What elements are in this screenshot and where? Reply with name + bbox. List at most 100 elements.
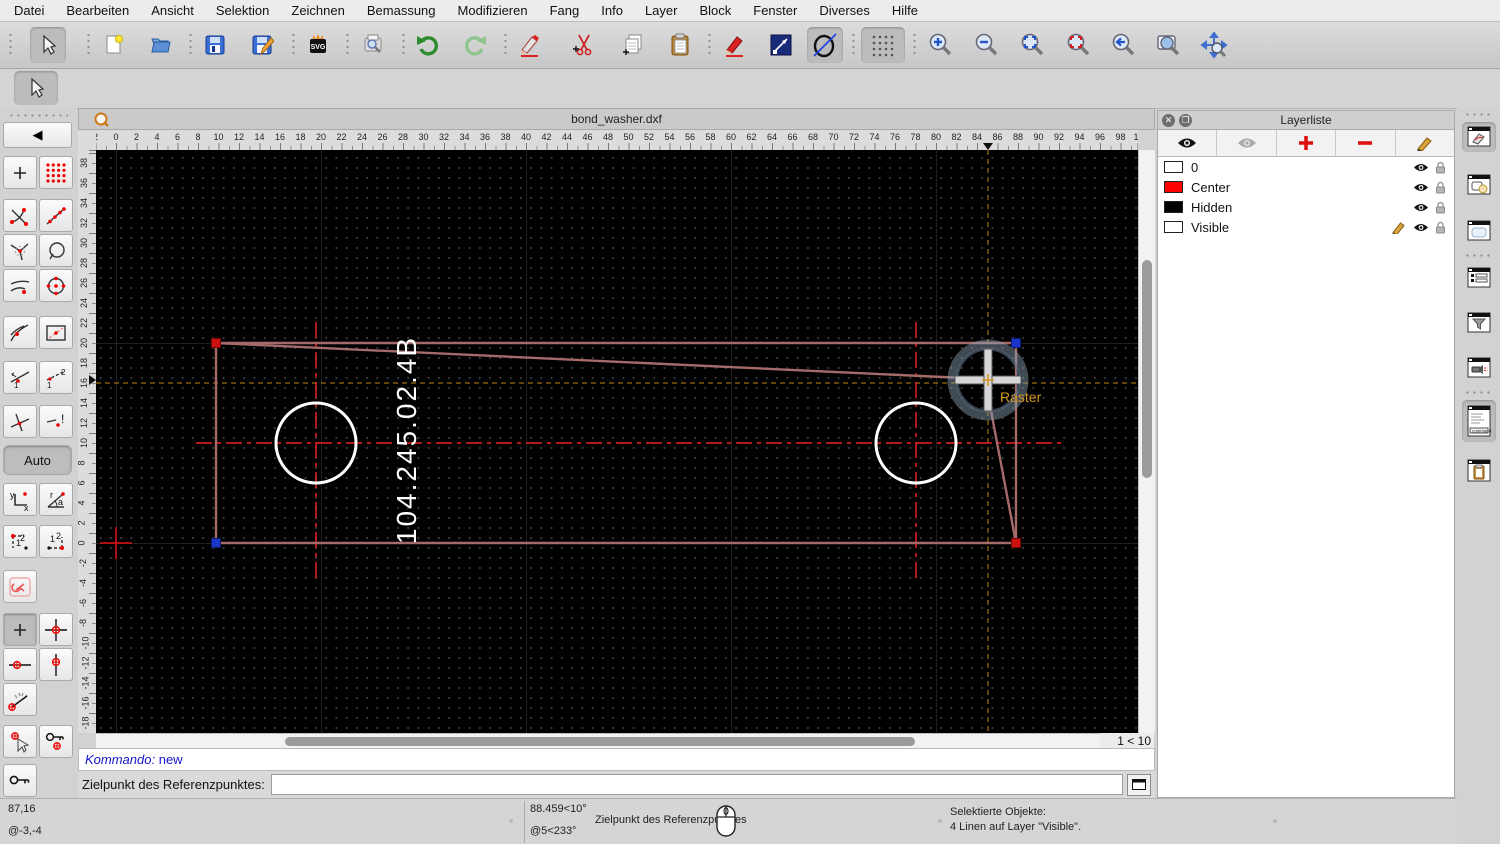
layer-row-visible[interactable]: Visible (1158, 217, 1454, 237)
menu-block[interactable]: Block (699, 3, 731, 18)
vertical-scrollbar[interactable] (1138, 150, 1155, 733)
eye-icon[interactable] (1413, 222, 1429, 233)
cut-button[interactable] (566, 27, 602, 63)
snap-free-button[interactable] (3, 156, 37, 189)
vertical-scroll-thumb[interactable] (1142, 260, 1152, 478)
lock-icon[interactable] (1435, 181, 1446, 194)
paste-button[interactable] (662, 27, 698, 63)
layer-color-swatch[interactable] (1164, 221, 1183, 233)
copy-button[interactable] (616, 27, 652, 63)
menu-selektion[interactable]: Selektion (216, 3, 269, 18)
layer-row-0[interactable]: 0 (1158, 157, 1454, 177)
restrict-relative1-button[interactable]: 1 (3, 361, 37, 394)
toolbar-handle[interactable] (401, 32, 406, 58)
toolbar-handle[interactable] (345, 32, 350, 58)
toolbar-handle[interactable] (707, 32, 712, 58)
toolbar-handle[interactable] (291, 32, 296, 58)
zoom-selection-button[interactable] (1060, 27, 1096, 63)
snap-grid-button[interactable] (39, 156, 73, 189)
horizontal-scrollbar[interactable] (96, 733, 1138, 749)
document-titlebar[interactable]: bond_washer.dxf (78, 108, 1155, 130)
grid-toggle-button[interactable] (861, 27, 905, 63)
eye-icon[interactable] (1413, 202, 1429, 213)
snap-on-entity2-button[interactable] (3, 316, 37, 349)
center-lines[interactable] (196, 322, 1064, 578)
tool-pointer-button[interactable] (14, 71, 58, 105)
menu-fang[interactable]: Fang (550, 3, 580, 18)
eye-icon[interactable] (1413, 182, 1429, 193)
layer-color-swatch[interactable] (1164, 201, 1183, 213)
snap-circle-points-button[interactable] (39, 269, 73, 302)
snap-center-button[interactable] (39, 234, 73, 267)
menu-info[interactable]: Info (601, 3, 623, 18)
command-input[interactable] (270, 774, 1123, 795)
lock-icon[interactable] (1435, 201, 1446, 214)
dock-handle[interactable] (1464, 112, 1494, 117)
restrict-orthogonal-button[interactable] (39, 613, 73, 646)
delete-button[interactable] (512, 27, 548, 63)
toolbar-handle[interactable] (503, 32, 508, 58)
menu-modifizieren[interactable]: Modifizieren (458, 3, 528, 18)
snap-reference-button[interactable] (39, 316, 73, 349)
ellipse-tool-button[interactable] (807, 27, 843, 63)
zoom-previous-button[interactable] (1105, 27, 1141, 63)
layer-row-hidden[interactable]: Hidden (1158, 197, 1454, 217)
zoom-auto-button[interactable] (1014, 27, 1050, 63)
restrict-vertical-button[interactable] (39, 648, 73, 681)
hide-all-layers-button[interactable] (1217, 130, 1277, 156)
snap-pointer-button[interactable] (3, 725, 37, 758)
snap-on-entity-button[interactable] (39, 199, 73, 232)
selection-pointer-button[interactable] (30, 27, 66, 63)
edit-layer-button[interactable] (1396, 130, 1454, 156)
snap-intersection-button[interactable] (3, 405, 37, 438)
angle-gauge-button[interactable] (3, 683, 37, 716)
undo-button[interactable] (410, 27, 446, 63)
toolbox-handle[interactable] (8, 113, 68, 118)
key-tool-button[interactable] (3, 764, 37, 797)
blocklist-toggle-button[interactable] (1462, 170, 1496, 200)
snap-endpoints-button[interactable] (3, 199, 37, 232)
line-tool-button[interactable] (763, 27, 799, 63)
toolbar-handle[interactable] (912, 32, 917, 58)
clipboard-panel-toggle-button[interactable] (1462, 456, 1496, 486)
snap-nothing-button[interactable]: ! (39, 405, 73, 438)
open-file-button[interactable] (143, 27, 179, 63)
zoom-window-button[interactable] (1150, 27, 1186, 63)
save-as-button[interactable] (244, 27, 280, 63)
svg-export-button[interactable]: SVG (300, 27, 336, 63)
print-preview-button[interactable] (355, 27, 391, 63)
edit-pencil-button[interactable] (717, 27, 753, 63)
snap-intersection-manual-button[interactable] (3, 234, 37, 267)
toolbar-handle[interactable] (851, 32, 856, 58)
back-button[interactable]: ◀ (3, 122, 72, 148)
part-label[interactable]: 104.245.02.4B (391, 336, 422, 544)
zoom-in-button[interactable] (922, 27, 958, 63)
add-layer-button[interactable] (1277, 130, 1337, 156)
layerlist-toggle-button[interactable] (1462, 122, 1496, 152)
snap-auto-button[interactable]: Auto (3, 445, 72, 475)
menu-bearbeiten[interactable]: Bearbeiten (66, 3, 129, 18)
float-icon[interactable]: ❐ (1179, 113, 1192, 127)
layer-row-center[interactable]: Center (1158, 177, 1454, 197)
library-toggle-button[interactable] (1462, 216, 1496, 246)
property-editor-toggle-button[interactable] (1462, 263, 1496, 293)
highlight-toggle-button[interactable] (1462, 353, 1496, 383)
show-all-layers-button[interactable] (1158, 130, 1218, 156)
toolbar-handle[interactable] (86, 32, 91, 58)
remove-layer-button[interactable] (1336, 130, 1396, 156)
drawing-canvas[interactable]: 104.245.02.4B Raster (96, 150, 1138, 733)
menu-bemassung[interactable]: Bemassung (367, 3, 436, 18)
selection-lasso-button[interactable] (3, 570, 37, 603)
snap-lock-button[interactable] (39, 725, 73, 758)
coordinate-cartesian-button[interactable]: yx (3, 483, 37, 516)
lock-icon[interactable] (1435, 221, 1446, 234)
eye-icon[interactable] (1413, 162, 1429, 173)
selection-filter-toggle-button[interactable] (1462, 308, 1496, 338)
toolbar-handle[interactable] (8, 32, 13, 58)
toolbar-handle[interactable] (188, 32, 193, 58)
zoom-out-button[interactable] (968, 27, 1004, 63)
menu-hilfe[interactable]: Hilfe (892, 3, 918, 18)
coordinate-polar-button[interactable]: ra (39, 483, 73, 516)
menu-diverses[interactable]: Diverses (819, 3, 870, 18)
zoom-pan-button[interactable] (1196, 27, 1232, 63)
